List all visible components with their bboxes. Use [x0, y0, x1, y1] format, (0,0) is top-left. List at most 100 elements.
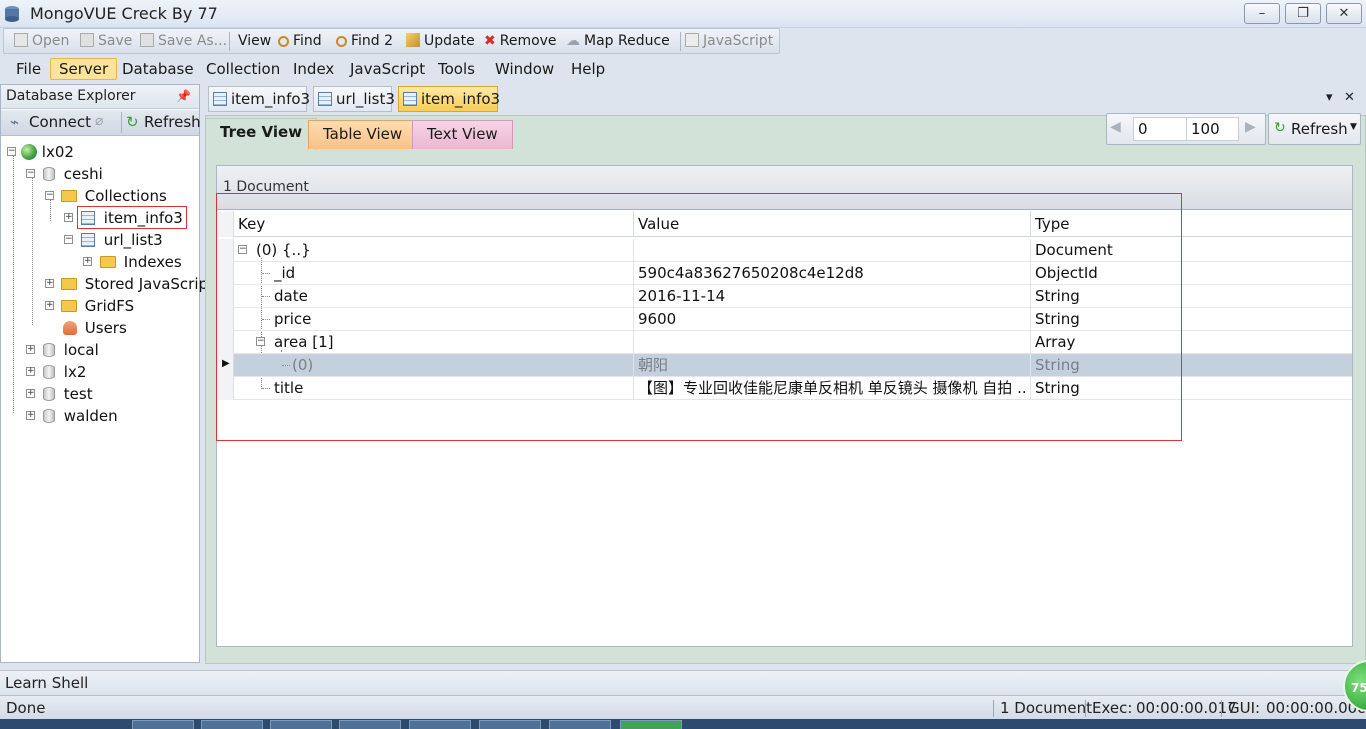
row-divider: [1030, 377, 1031, 400]
open-label: Open: [32, 33, 70, 49]
column-divider[interactable]: [633, 211, 634, 237]
menu-index[interactable]: Index: [285, 58, 342, 80]
cell-type: ObjectId: [1035, 264, 1098, 282]
disconnect-icon[interactable]: ⌀: [95, 113, 103, 129]
collapse-icon[interactable]: −: [26, 169, 35, 178]
collapse-icon[interactable]: −: [238, 245, 247, 254]
close-button[interactable]: ✕: [1326, 3, 1362, 24]
explorer-refresh-button[interactable]: ↻ Refresh: [121, 112, 201, 133]
expand-icon[interactable]: +: [83, 257, 92, 266]
tree-node-server[interactable]: − lx02: [7, 142, 74, 162]
taskbar-button[interactable]: [132, 720, 194, 729]
doc-tab-item-info3[interactable]: item_info3: [208, 86, 310, 112]
tree-label-indexes: Indexes: [123, 253, 182, 271]
table-row[interactable]: − area [1] Array: [217, 331, 1352, 354]
taskbar-button[interactable]: [620, 720, 682, 729]
menu-server[interactable]: Server: [50, 58, 118, 80]
tree-node-db-ceshi[interactable]: − ceshi: [26, 164, 103, 184]
tree-node-url-list3[interactable]: − url_list3: [64, 230, 163, 250]
save-as-button[interactable]: Save As...: [140, 31, 227, 51]
gui-label: GUI:: [1228, 699, 1261, 717]
table-row[interactable]: price 9600 String: [217, 308, 1352, 331]
folder-icon: [61, 190, 77, 202]
update-button[interactable]: Update: [406, 31, 475, 51]
menu-database[interactable]: Database: [114, 58, 202, 80]
open-button[interactable]: Open: [14, 31, 69, 51]
skip-input[interactable]: 0: [1133, 117, 1187, 141]
tab-table-view[interactable]: Table View: [308, 120, 418, 149]
taskbar-button[interactable]: [270, 720, 332, 729]
table-row[interactable]: − (0) {..} Document: [217, 239, 1352, 262]
remove-button[interactable]: ✖ Remove: [484, 31, 557, 51]
row-divider: [633, 377, 634, 400]
database-icon: [43, 365, 55, 379]
column-divider[interactable]: [1030, 211, 1031, 237]
close-tab-icon[interactable]: ✕: [1344, 90, 1355, 105]
connect-button[interactable]: ⌁ Connect: [7, 112, 91, 133]
expand-icon[interactable]: +: [45, 279, 54, 288]
taskbar-button[interactable]: [549, 720, 611, 729]
tree-node-db-local[interactable]: + local: [26, 340, 99, 360]
expand-icon[interactable]: +: [26, 367, 35, 376]
tree-node-indexes[interactable]: + Indexes: [83, 252, 182, 272]
table-row[interactable]: _id 590c4a83627650208c4e12d8 ObjectId: [217, 262, 1352, 285]
find-button[interactable]: Find: [278, 31, 322, 51]
tree-node-stored-js[interactable]: + Stored JavaScript: [45, 274, 214, 294]
dropdown-icon[interactable]: ▼: [1350, 122, 1357, 132]
menu-tools[interactable]: Tools: [430, 58, 483, 80]
table-row[interactable]: date 2016-11-14 String: [217, 285, 1352, 308]
map-reduce-button[interactable]: ☁ Map Reduce: [566, 31, 670, 51]
tree-node-db-lx2[interactable]: + lx2: [26, 362, 86, 382]
limit-input[interactable]: 100: [1186, 117, 1239, 141]
tree-node-users[interactable]: Users: [63, 318, 127, 338]
save-button[interactable]: Save: [80, 31, 132, 51]
pager-refresh-button[interactable]: ↻ Refresh ▼: [1268, 113, 1361, 145]
prev-page-icon[interactable]: ◀: [1110, 119, 1121, 135]
taskbar-button[interactable]: [201, 720, 263, 729]
row-gutter: [217, 211, 234, 237]
expand-icon[interactable]: +: [26, 345, 35, 354]
collapse-icon[interactable]: −: [64, 235, 73, 244]
view-button[interactable]: View: [238, 31, 271, 51]
doc-tab-url-list3[interactable]: url_list3: [313, 86, 395, 112]
menu-collection[interactable]: Collection: [198, 58, 288, 80]
menu-window[interactable]: Window: [487, 58, 562, 80]
doc-tab-item-info3-active[interactable]: item_info3: [398, 86, 500, 112]
tree-node-db-test[interactable]: + test: [26, 384, 93, 404]
column-type[interactable]: Type: [1035, 215, 1069, 233]
cell-value: 朝阳: [638, 356, 669, 374]
cell-type: String: [1035, 379, 1080, 397]
tab-text-view[interactable]: Text View: [412, 120, 513, 149]
taskbar-button[interactable]: [479, 720, 541, 729]
expand-icon[interactable]: +: [26, 411, 35, 420]
next-page-icon[interactable]: ▶: [1245, 119, 1256, 135]
restore-button[interactable]: ❐: [1285, 3, 1321, 24]
collapse-icon[interactable]: −: [7, 147, 16, 156]
pin-icon[interactable]: 📌: [176, 89, 191, 103]
find2-button[interactable]: Find 2: [336, 31, 393, 51]
javascript-button[interactable]: JavaScript: [685, 31, 773, 51]
tree-node-gridfs[interactable]: + GridFS: [45, 296, 134, 316]
tab-tree-view[interactable]: Tree View: [205, 118, 318, 150]
folder-icon: [61, 300, 77, 312]
collapse-icon[interactable]: −: [45, 191, 54, 200]
table-row[interactable]: title 【图】专业回收佳能尼康单反相机 单反镜头 摄像机 自拍 ... St…: [217, 377, 1352, 400]
taskbar-button[interactable]: [409, 720, 471, 729]
expand-icon[interactable]: +: [26, 389, 35, 398]
menu-javascript[interactable]: JavaScript: [342, 58, 433, 80]
tab-list-dropdown-icon[interactable]: ▾: [1326, 90, 1333, 105]
menu-file[interactable]: File: [8, 58, 49, 80]
tree-node-db-walden[interactable]: + walden: [26, 406, 118, 426]
column-key[interactable]: Key: [238, 215, 265, 233]
table-row-selected[interactable]: ▶ (0) 朝阳 String: [217, 354, 1352, 377]
learn-shell-bar[interactable]: Learn Shell: [0, 670, 1366, 694]
collapse-icon[interactable]: −: [256, 337, 265, 346]
menu-help[interactable]: Help: [563, 58, 613, 80]
taskbar-button[interactable]: [339, 720, 401, 729]
expand-icon[interactable]: +: [64, 213, 73, 222]
cell-key: price: [274, 310, 312, 328]
tree-node-collections[interactable]: − Collections: [45, 186, 167, 206]
column-value[interactable]: Value: [638, 215, 679, 233]
expand-icon[interactable]: +: [45, 301, 54, 310]
minimize-button[interactable]: –: [1244, 3, 1280, 24]
